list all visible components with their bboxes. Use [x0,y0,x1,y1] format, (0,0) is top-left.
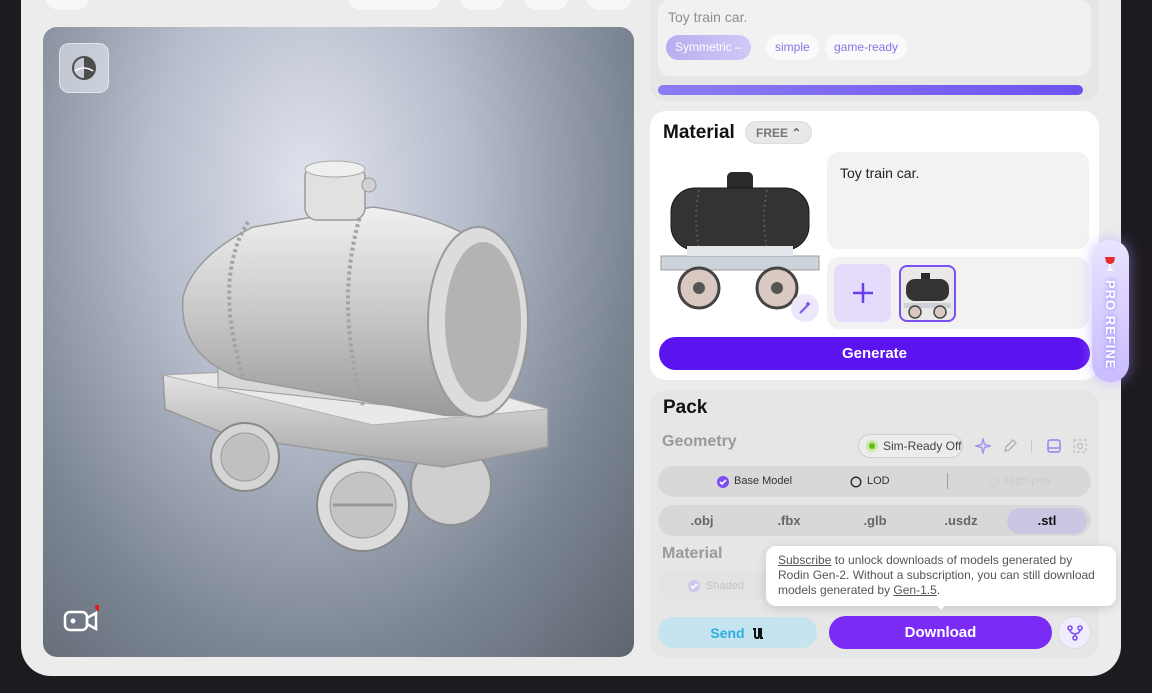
top-toolbar-button[interactable] [347,0,441,10]
download-button[interactable]: Download [829,616,1052,649]
badge-label: FREE [756,126,789,140]
sim-ready-label: Sim-Ready Off [883,439,962,453]
material-title: Material [663,122,735,143]
radio-empty-icon [988,476,1000,487]
radio-empty-icon [850,475,862,488]
minus-icon: – [735,40,742,54]
uv-grid-icon [1047,439,1061,453]
sim-ready-toggle[interactable]: Sim-Ready Off [858,434,963,458]
sparkle-button[interactable] [974,437,992,455]
divider [1031,440,1032,452]
high-poly-label: High-poly [1005,475,1052,487]
focus-icon [1073,439,1087,453]
lod-option[interactable]: LOD [850,466,890,497]
chevron-up-icon: ⌃ [791,126,802,140]
base-model-label: Base Model [734,475,793,487]
sparkle-icon [975,438,991,454]
gen-1-5-link[interactable]: Gen-1.5 [893,583,936,597]
format-fbx[interactable]: .fbx [749,508,829,534]
subscription-tooltip: Subscribe to unlock downloads of models … [766,546,1116,606]
goblet-icon [1105,257,1115,271]
prompt-text: Toy train car. [668,9,748,25]
train-car-model [162,160,549,552]
pro-refine-label: PRO REFINE [1103,280,1118,370]
fork-button[interactable] [1058,616,1091,649]
divider [947,473,948,489]
geometry-options: Base Model LOD High-poly [658,466,1091,497]
send-button[interactable]: Send [658,617,817,648]
free-badge[interactable]: FREE ⌃ [745,121,813,144]
tooltip-arrow [936,604,946,610]
contrast-sphere-icon [72,56,96,80]
prompt-box[interactable]: Toy train car. Symmetric – simple game-r… [658,0,1091,76]
uv-button[interactable] [1045,437,1063,455]
edit-button[interactable] [1001,437,1019,455]
geometry-label: Geometry [662,433,737,450]
tag-symmetric[interactable]: Symmetric – [666,35,751,60]
shaded-label: Shaded [706,580,744,592]
record-dot [95,603,103,611]
record-video-button[interactable] [63,603,103,635]
model-viewport[interactable] [43,27,634,657]
enhance-button[interactable] [791,294,819,322]
material-prompt-text: Toy train car. [840,165,920,181]
subscribe-link[interactable]: Subscribe [778,553,831,567]
preview-button[interactable] [1071,437,1089,455]
unreal-engine-icon [752,627,763,639]
pack-material-label: Material [662,545,723,562]
toggle-indicator [866,440,878,452]
train-thumbnail-image [904,273,951,319]
tag-game-ready[interactable]: game-ready [825,35,908,60]
material-prompt-box[interactable]: Toy train car. [827,152,1089,249]
format-stl[interactable]: .stl [1007,508,1087,534]
generation-progress-bar [658,85,1083,95]
pro-refine-tab[interactable]: PRO REFINE [1092,240,1129,382]
magic-wand-icon [799,301,811,314]
reference-image-thumbnail[interactable] [899,265,956,322]
checkbox-checked-icon [688,580,700,592]
send-label: Send [710,624,745,641]
tooltip-text-end: . [936,583,941,597]
view-mode-button[interactable] [59,43,109,93]
fork-icon [1066,624,1083,641]
format-usdz[interactable]: .usdz [921,508,1001,534]
tag-label: Symmetric [675,40,732,54]
checkbox-checked-icon [717,475,729,488]
format-glb[interactable]: .glb [835,508,915,534]
base-model-option[interactable]: Base Model [717,466,792,497]
format-obj[interactable]: .obj [662,508,742,534]
pen-icon [1004,439,1017,452]
pack-title: Pack [663,397,708,418]
high-poly-option[interactable]: High-poly [988,466,1051,497]
tag-simple[interactable]: simple [766,35,819,60]
video-record-icon [63,603,103,632]
lod-label: LOD [867,475,890,487]
generate-button[interactable]: Generate [659,337,1090,370]
format-selector: .obj .fbx .glb .usdz .stl [658,505,1091,536]
plus-icon [852,283,873,303]
add-image-button[interactable] [834,264,891,322]
